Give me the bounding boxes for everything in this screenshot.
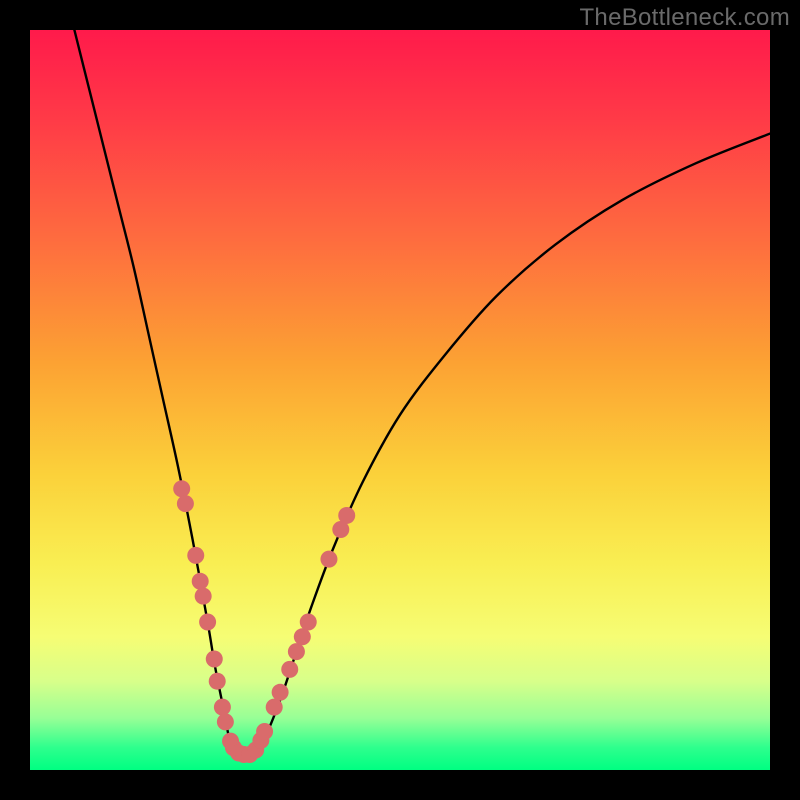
chart-frame: TheBottleneck.com — [0, 0, 800, 800]
data-marker — [209, 673, 226, 690]
data-marker — [173, 480, 190, 497]
bottleneck-curve — [74, 30, 770, 758]
data-marker — [177, 495, 194, 512]
data-marker — [294, 628, 311, 645]
data-marker — [272, 684, 289, 701]
data-marker — [187, 547, 204, 564]
data-marker — [195, 588, 212, 605]
data-marker — [300, 614, 317, 631]
data-marker — [206, 651, 223, 668]
data-markers — [173, 480, 355, 763]
watermark-text: TheBottleneck.com — [579, 4, 790, 32]
data-marker — [217, 713, 234, 730]
data-marker — [320, 551, 337, 568]
data-marker — [199, 614, 216, 631]
curve-svg — [30, 30, 770, 770]
data-marker — [338, 507, 355, 524]
data-marker — [214, 699, 231, 716]
plot-area — [30, 30, 770, 770]
data-marker — [256, 723, 273, 740]
data-marker — [281, 661, 298, 678]
data-marker — [288, 643, 305, 660]
data-marker — [266, 699, 283, 716]
data-marker — [192, 573, 209, 590]
